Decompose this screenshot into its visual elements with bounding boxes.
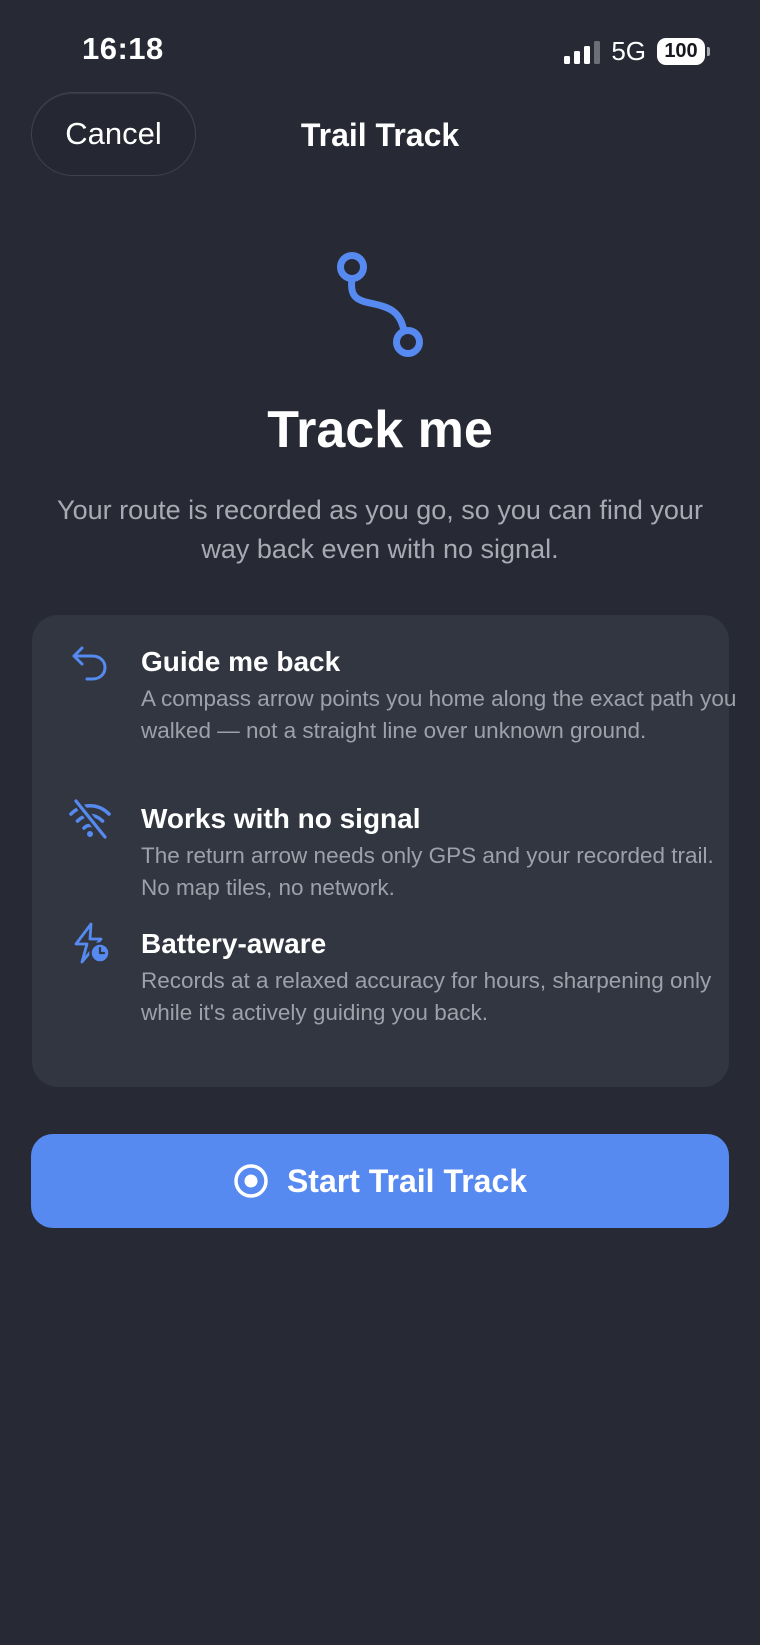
network-type: 5G (611, 36, 646, 66)
start-button-label: Start Trail Track (286, 1162, 528, 1199)
start-trail-track-button[interactable]: Start Trail Track (31, 1134, 729, 1228)
status-indicators: 5G 100 (564, 36, 710, 67)
cellular-signal-icon (564, 40, 601, 64)
feature-description: The return arrow needs only GPS and your… (141, 843, 714, 900)
battery-level: 100 (657, 38, 705, 65)
feature-description: Records at a relaxed accuracy for hours,… (141, 968, 712, 1025)
feature-title: Works with no signal (141, 803, 421, 834)
nav-title: Trail Track (300, 117, 460, 153)
battery-bolt-icon (74, 922, 111, 964)
page-title: Track me (267, 401, 493, 459)
no-wifi-icon (69, 797, 111, 841)
record-icon (234, 1164, 268, 1198)
status-time: 16:18 (82, 31, 164, 66)
page-subtitle: Your route is recorded as you go, so you… (57, 495, 703, 564)
status-bar: 16:18 5G 100 (0, 0, 760, 100)
feature-title: Battery-aware (141, 928, 327, 959)
feature-title: Guide me back (141, 646, 341, 677)
route-icon (337, 252, 423, 357)
return-arrow-icon (72, 646, 107, 681)
features-card: Guide me back A compass arrow points you… (32, 615, 736, 1087)
battery-icon: 100 (657, 38, 710, 65)
feature-description: A compass arrow points you home along th… (141, 686, 737, 743)
